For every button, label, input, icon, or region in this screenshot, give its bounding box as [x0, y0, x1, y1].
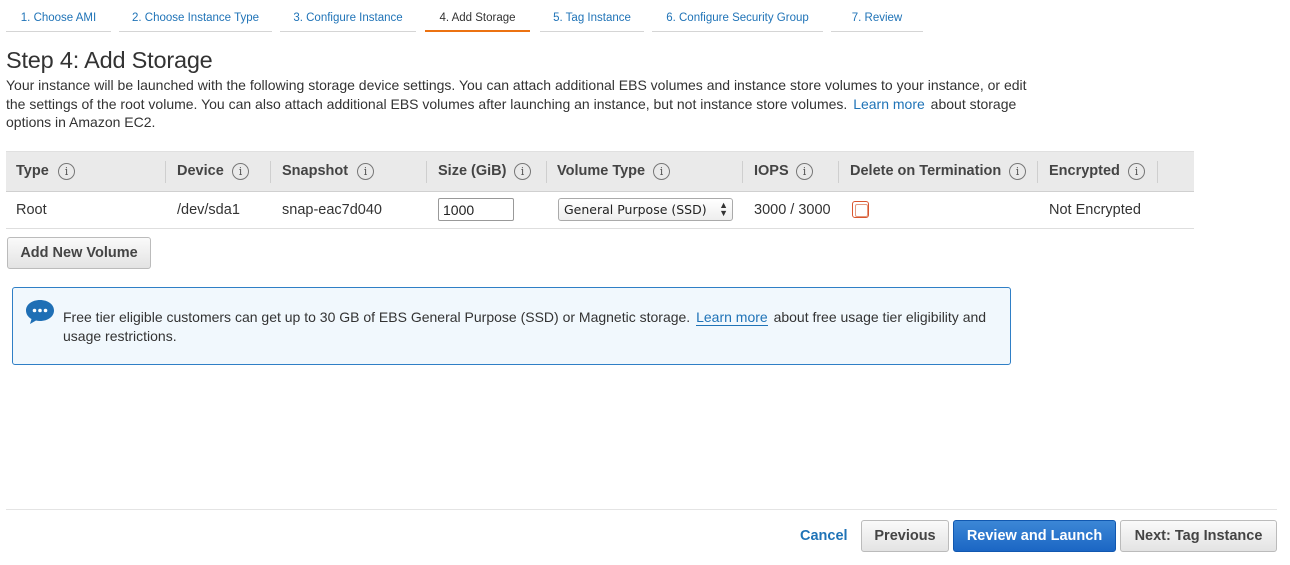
table-header: Type i Device i Snapshot i Size (GiB) i … [6, 151, 1194, 192]
step-tag-instance[interactable]: 5. Tag Instance [540, 0, 644, 32]
page-title: Step 4: Add Storage [6, 47, 213, 73]
delete-on-termination-checkbox[interactable] [852, 201, 869, 218]
step-configure-security-group[interactable]: 6. Configure Security Group [652, 0, 823, 32]
info-icon[interactable]: i [1009, 163, 1026, 180]
add-new-volume-button[interactable]: Add New Volume [7, 237, 151, 269]
table-row: Root /dev/sda1 snap-eac7d040 General Pur… [6, 193, 1194, 229]
info-icon[interactable]: i [58, 163, 75, 180]
info-icon[interactable]: i [653, 163, 670, 180]
info-icon[interactable]: i [1128, 163, 1145, 180]
cancel-button[interactable]: Cancel [800, 528, 848, 544]
learn-more-link[interactable]: Learn more [853, 96, 925, 112]
column-header-size: Size (GiB) i [427, 152, 547, 193]
previous-button[interactable]: Previous [861, 520, 949, 552]
free-tier-info-box: Free tier eligible customers can get up … [12, 287, 1011, 365]
column-header-iops: IOPS i [743, 152, 839, 193]
info-icon[interactable]: i [796, 163, 813, 180]
column-divider [1157, 161, 1158, 183]
column-header-volume-type: Volume Type i [547, 152, 743, 193]
column-header-type: Type i [6, 152, 166, 193]
step-configure-instance[interactable]: 3. Configure Instance [280, 0, 416, 32]
size-input[interactable] [438, 198, 514, 221]
free-tier-learn-more-link[interactable]: Learn more [696, 309, 768, 326]
next-tag-instance-button[interactable]: Next: Tag Instance [1120, 520, 1277, 552]
column-header-snapshot: Snapshot i [271, 152, 427, 193]
footer-divider [6, 509, 1277, 510]
info-icon[interactable]: i [357, 163, 374, 180]
step-choose-ami[interactable]: 1. Choose AMI [6, 0, 111, 32]
column-header-encrypted: Encrypted i [1038, 152, 1158, 193]
step-choose-instance-type[interactable]: 2. Choose Instance Type [119, 0, 272, 32]
chat-bubble-icon [26, 300, 54, 324]
step-review[interactable]: 7. Review [831, 0, 923, 32]
select-arrows-icon: ▲ ▼ [719, 200, 728, 218]
column-header-device: Device i [166, 152, 271, 193]
info-message: Free tier eligible customers can get up … [63, 308, 993, 345]
column-header-delete-on-termination: Delete on Termination i [839, 152, 1038, 193]
info-text: Free tier eligible customers can get up … [63, 309, 691, 325]
info-icon[interactable]: i [514, 163, 531, 180]
step-add-storage[interactable]: 4. Add Storage [425, 0, 530, 32]
volume-type-select[interactable]: General Purpose (SSD) ▲ ▼ [558, 198, 733, 221]
page-description: Your instance will be launched with the … [6, 76, 1036, 132]
review-and-launch-button[interactable]: Review and Launch [953, 520, 1116, 552]
info-icon[interactable]: i [232, 163, 249, 180]
